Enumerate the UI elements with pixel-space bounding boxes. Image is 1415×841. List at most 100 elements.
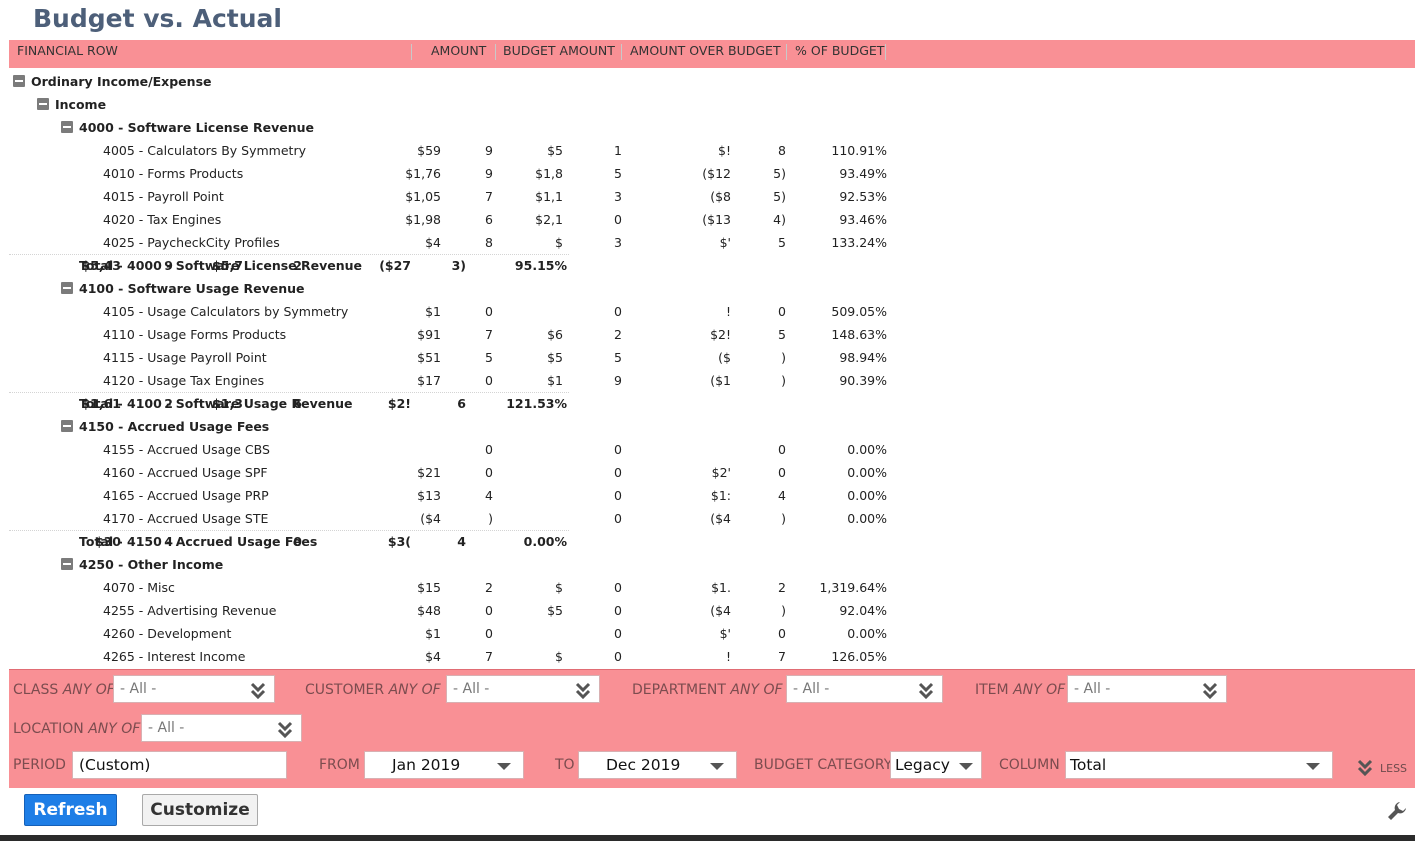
item-filter-select[interactable]: - All - (1067, 675, 1227, 703)
over-budget-cell-tail: 8 (778, 143, 786, 158)
over-budget-cell: ($1 (710, 373, 731, 388)
amount-cell[interactable]: $1,05 (405, 189, 441, 204)
row-label[interactable]: 4120 - Usage Tax Engines (103, 373, 264, 388)
row-label[interactable]: 4025 - PaycheckCity Profiles (103, 235, 280, 250)
amount-cell[interactable]: $1,76 (405, 166, 441, 181)
col-budget-amount[interactable]: BUDGET AMOUNT (503, 43, 615, 58)
row-label[interactable]: 4160 - Accrued Usage SPF (103, 465, 268, 480)
period-label: PERIOD (13, 757, 66, 773)
amount-cell-tail: 9 (164, 258, 173, 273)
amount-cell[interactable]: $15 (417, 580, 441, 595)
row-label[interactable]: 4170 - Accrued Usage STE (103, 511, 268, 526)
from-period-select[interactable]: Jan 2019 (364, 751, 524, 779)
col-amount-over-budget[interactable]: AMOUNT OVER BUDGET (630, 43, 781, 58)
class-filter-label: CLASS ANY OF (13, 682, 115, 698)
double-chevron-down-icon (277, 721, 293, 738)
class-filter-select[interactable]: - All - (113, 675, 275, 703)
row-label[interactable]: 4260 - Development (103, 626, 231, 641)
report-section-row: 4000 - Software License Revenue (9, 117, 889, 137)
amount-cell[interactable]: $30 (95, 534, 121, 549)
collapse-toggle-icon[interactable] (61, 420, 73, 432)
over-budget-cell: ($8 (710, 189, 731, 204)
amount-cell[interactable]: $13 (417, 488, 441, 503)
amount-cell[interactable]: $51 (417, 350, 441, 365)
double-chevron-down-icon (575, 682, 591, 699)
pct-budget-cell: 93.46% (839, 212, 887, 227)
pct-budget-cell: 90.39% (839, 373, 887, 388)
budget-cell-tail: 0 (614, 626, 622, 641)
less-toggle[interactable]: LESS (1357, 758, 1413, 778)
amount-cell[interactable]: $1,61 (81, 396, 121, 411)
collapse-toggle-icon[interactable] (61, 282, 73, 294)
over-budget-cell-tail: 5) (773, 166, 786, 181)
row-label[interactable]: 4005 - Calculators By Symmetry (103, 143, 306, 158)
amount-cell[interactable]: $48 (417, 603, 441, 618)
report-total-row: Total - 4100 - Software Usage Revenue $1,… (9, 392, 569, 413)
collapse-toggle-icon[interactable] (13, 75, 25, 87)
over-budget-cell: ($4 (710, 603, 731, 618)
budget-category-select[interactable]: Legacy (890, 751, 982, 779)
amount-cell[interactable]: $4 (425, 235, 441, 250)
amount-cell[interactable]: $1 (425, 304, 441, 319)
budget-cell: $1,1 (535, 189, 563, 204)
report-row: 4105 - Usage Calculators by Symmetry $1 0 0… (9, 301, 889, 321)
collapse-toggle-icon[interactable] (61, 121, 73, 133)
over-budget-cell-tail: ) (781, 373, 786, 388)
to-period-select[interactable]: Dec 2019 (578, 751, 737, 779)
amount-cell[interactable]: $4 (425, 649, 441, 664)
customize-button[interactable]: Customize (142, 794, 258, 826)
amount-cell[interactable]: $21 (417, 465, 441, 480)
location-filter-select[interactable]: - All - (141, 714, 302, 742)
collapse-toggle-icon[interactable] (61, 558, 73, 570)
over-budget-cell: $' (719, 626, 731, 641)
row-label[interactable]: 4165 - Accrued Usage PRP (103, 488, 269, 503)
period-field[interactable]: (Custom) (72, 751, 287, 779)
dropdown-arrow-icon (710, 763, 724, 770)
budget-cell: $1,8 (535, 166, 563, 181)
report-row: 4015 - Payroll Point $1,05 7 $1,1 3 ($8 5) 92.5… (9, 186, 889, 206)
department-filter-select[interactable]: - All - (786, 675, 943, 703)
budget-cell-tail: 0 (293, 534, 302, 549)
amount-cell[interactable]: $17 (417, 373, 441, 388)
row-label[interactable]: 4020 - Tax Engines (103, 212, 221, 227)
row-label[interactable]: 4255 - Advertising Revenue (103, 603, 276, 618)
pct-budget-cell: 0.00% (847, 488, 887, 503)
amount-cell[interactable]: $91 (417, 327, 441, 342)
over-budget-cell: ! (725, 304, 731, 319)
over-budget-cell-tail: 4 (457, 534, 466, 549)
budget-cell-tail: 3 (614, 189, 622, 204)
report-section-row: 4150 - Accrued Usage Fees (9, 416, 889, 436)
row-label[interactable]: 4265 - Interest Income (103, 649, 245, 664)
amount-cell-tail: 0 (485, 304, 493, 319)
over-budget-cell-tail: ) (781, 603, 786, 618)
pct-budget-cell: 92.53% (839, 189, 887, 204)
amount-cell[interactable]: ($4 (420, 511, 441, 526)
budget-category-label: BUDGET CATEGORY (754, 757, 893, 773)
col-amount[interactable]: AMOUNT (431, 43, 486, 58)
column-label: COLUMN (999, 757, 1060, 773)
row-label[interactable]: 4105 - Usage Calculators by Symmetry (103, 304, 348, 319)
row-label[interactable]: 4010 - Forms Products (103, 166, 243, 181)
budget-cell-tail: 9 (614, 373, 622, 388)
row-label[interactable]: 4070 - Misc (103, 580, 175, 595)
amount-cell[interactable]: $59 (417, 143, 441, 158)
wrench-icon[interactable] (1386, 800, 1408, 822)
row-label[interactable]: 4110 - Usage Forms Products (103, 327, 286, 342)
row-label[interactable]: 4155 - Accrued Usage CBS (103, 442, 270, 457)
amount-cell[interactable]: $1,98 (405, 212, 441, 227)
row-label[interactable]: 4115 - Usage Payroll Point (103, 350, 267, 365)
refresh-button[interactable]: Refresh (24, 794, 117, 826)
col-financial-row[interactable]: FINANCIAL ROW (17, 43, 118, 58)
collapse-toggle-icon[interactable] (37, 98, 49, 110)
row-label: 4000 - Software License Revenue (79, 120, 314, 135)
budget-cell-tail: 5 (614, 166, 622, 181)
page-title: Budget vs. Actual (33, 4, 282, 33)
amount-cell[interactable]: $5,43 (81, 258, 121, 273)
customer-filter-select[interactable]: - All - (446, 675, 600, 703)
over-budget-cell-tail: 0 (778, 442, 786, 457)
row-label[interactable]: 4015 - Payroll Point (103, 189, 224, 204)
dropdown-arrow-icon (959, 763, 973, 770)
amount-cell[interactable]: $1 (425, 626, 441, 641)
column-select[interactable]: Total (1065, 751, 1333, 779)
col-pct-of-budget[interactable]: % OF BUDGET (795, 43, 884, 58)
